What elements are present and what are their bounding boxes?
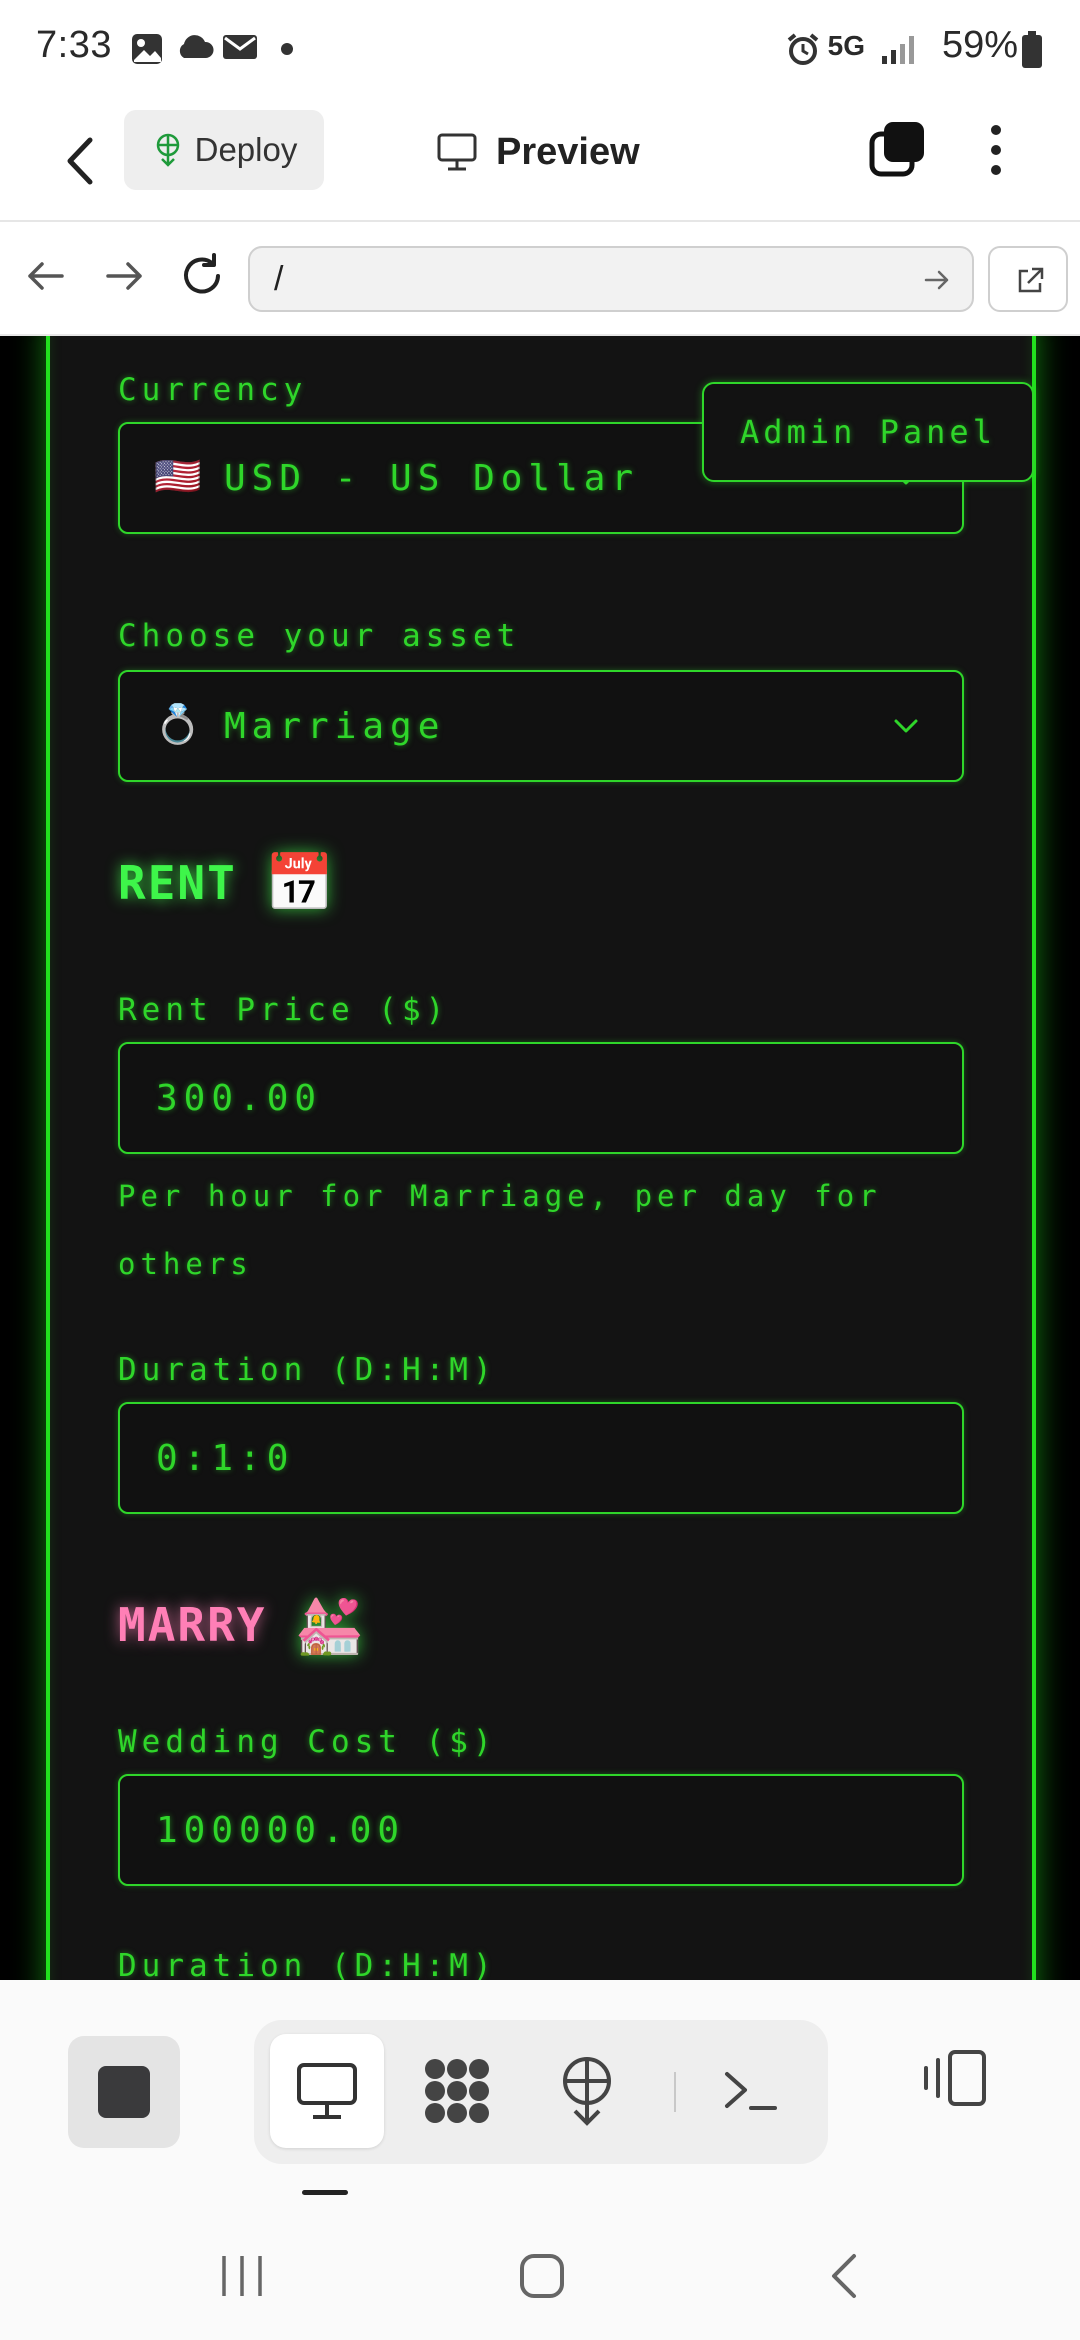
status-bar: 7:33 5G 59% <box>0 0 1080 100</box>
stop-button[interactable] <box>68 2036 180 2148</box>
alarm-icon <box>787 33 819 65</box>
marry-duration-label: Duration (D:H:M) <box>118 1948 497 1980</box>
calendar-icon: 📅 <box>264 851 337 916</box>
deploy-button[interactable]: Deploy <box>124 110 324 190</box>
rent-price-helper: Per hour for Marriage, per day for other… <box>118 1179 882 1281</box>
tool-separator <box>674 2072 676 2112</box>
stop-icon <box>98 2066 150 2118</box>
gallery-icon <box>132 34 162 64</box>
deploy-label: Deploy <box>194 131 298 168</box>
tabs-button[interactable] <box>868 120 928 180</box>
chevron-down-icon <box>894 719 918 733</box>
go-arrow-icon[interactable] <box>922 265 952 295</box>
recent-apps-icon[interactable] <box>212 2248 272 2304</box>
preview-label: Preview <box>496 130 640 173</box>
system-back-icon[interactable] <box>816 2248 876 2304</box>
dot-icon <box>281 43 293 55</box>
status-time: 7:33 <box>36 24 112 66</box>
currency-label: Currency <box>118 372 308 408</box>
network-type: 5G <box>827 30 865 61</box>
preview-title: Preview <box>436 124 640 180</box>
workflows-tool-button[interactable] <box>400 2034 514 2148</box>
signal-icon <box>882 36 914 64</box>
us-flag-icon: 🇺🇸 <box>154 454 202 498</box>
rent-duration-input[interactable]: 0:1:0 <box>118 1402 964 1514</box>
terminal-icon <box>725 2072 777 2110</box>
wedding-cost-value: 100000.00 <box>156 1810 406 1851</box>
rent-heading: RENT 📅 <box>118 850 337 916</box>
rent-price-value: 300.00 <box>156 1078 323 1119</box>
url-text: / <box>274 260 284 298</box>
more-options-button[interactable] <box>980 120 1012 180</box>
console-tool-button[interactable] <box>694 2034 808 2148</box>
external-link-icon <box>1018 267 1044 293</box>
monitor-icon <box>437 133 477 171</box>
monitor-icon <box>297 2063 357 2119</box>
tool-group <box>254 2020 828 2164</box>
rent-duration-value: 0:1:0 <box>156 1438 295 1479</box>
battery-percent: 59% <box>941 24 1018 66</box>
mail-icon <box>223 35 257 59</box>
nav-back-icon[interactable] <box>22 252 70 300</box>
nodes-icon <box>425 2059 489 2123</box>
rent-duration-label: Duration (D:H:M) <box>118 1352 497 1388</box>
currency-value: USD - US Dollar <box>224 458 640 499</box>
rent-price-input[interactable]: 300.00 <box>118 1042 964 1154</box>
asset-label: Choose your asset <box>118 618 521 654</box>
deploy-icon <box>563 2057 611 2126</box>
deploy-icon <box>156 133 179 167</box>
deploy-tool-button[interactable] <box>530 2034 644 2148</box>
bottom-toolbar <box>0 1980 1080 2340</box>
admin-panel-button[interactable]: Admin Panel <box>702 382 1034 482</box>
home-icon[interactable] <box>512 2248 572 2304</box>
open-external-button[interactable] <box>988 246 1068 312</box>
back-button[interactable] <box>52 126 108 196</box>
ring-icon: 💍 <box>154 702 202 746</box>
nav-forward-icon[interactable] <box>100 252 148 300</box>
marry-heading-text: MARRY <box>118 1598 267 1652</box>
web-preview: Currency 🇺🇸 USD - US Dollar Admin Panel … <box>0 336 1080 1980</box>
active-tab-indicator <box>302 2190 348 2195</box>
preview-tool-button[interactable] <box>270 2034 384 2148</box>
rent-price-label: Rent Price ($) <box>118 992 450 1028</box>
battery-icon <box>1022 31 1042 68</box>
app-toolbar: Deploy Preview <box>0 100 1080 222</box>
rent-heading-text: RENT <box>118 856 237 910</box>
asset-select[interactable]: 💍 Marriage <box>118 670 964 782</box>
url-input[interactable]: / <box>248 246 974 312</box>
wedding-cost-input[interactable]: 100000.00 <box>118 1774 964 1886</box>
url-row: / <box>0 222 1080 336</box>
wedding-chapel-icon: 💒 <box>294 1593 367 1658</box>
asset-value: Marriage <box>224 706 446 747</box>
marry-heading: MARRY 💒 <box>118 1592 366 1658</box>
cloud-icon <box>179 35 214 58</box>
panel-toggle-icon[interactable] <box>918 2038 998 2118</box>
wedding-cost-label: Wedding Cost ($) <box>118 1724 497 1760</box>
reload-icon[interactable] <box>178 252 226 300</box>
